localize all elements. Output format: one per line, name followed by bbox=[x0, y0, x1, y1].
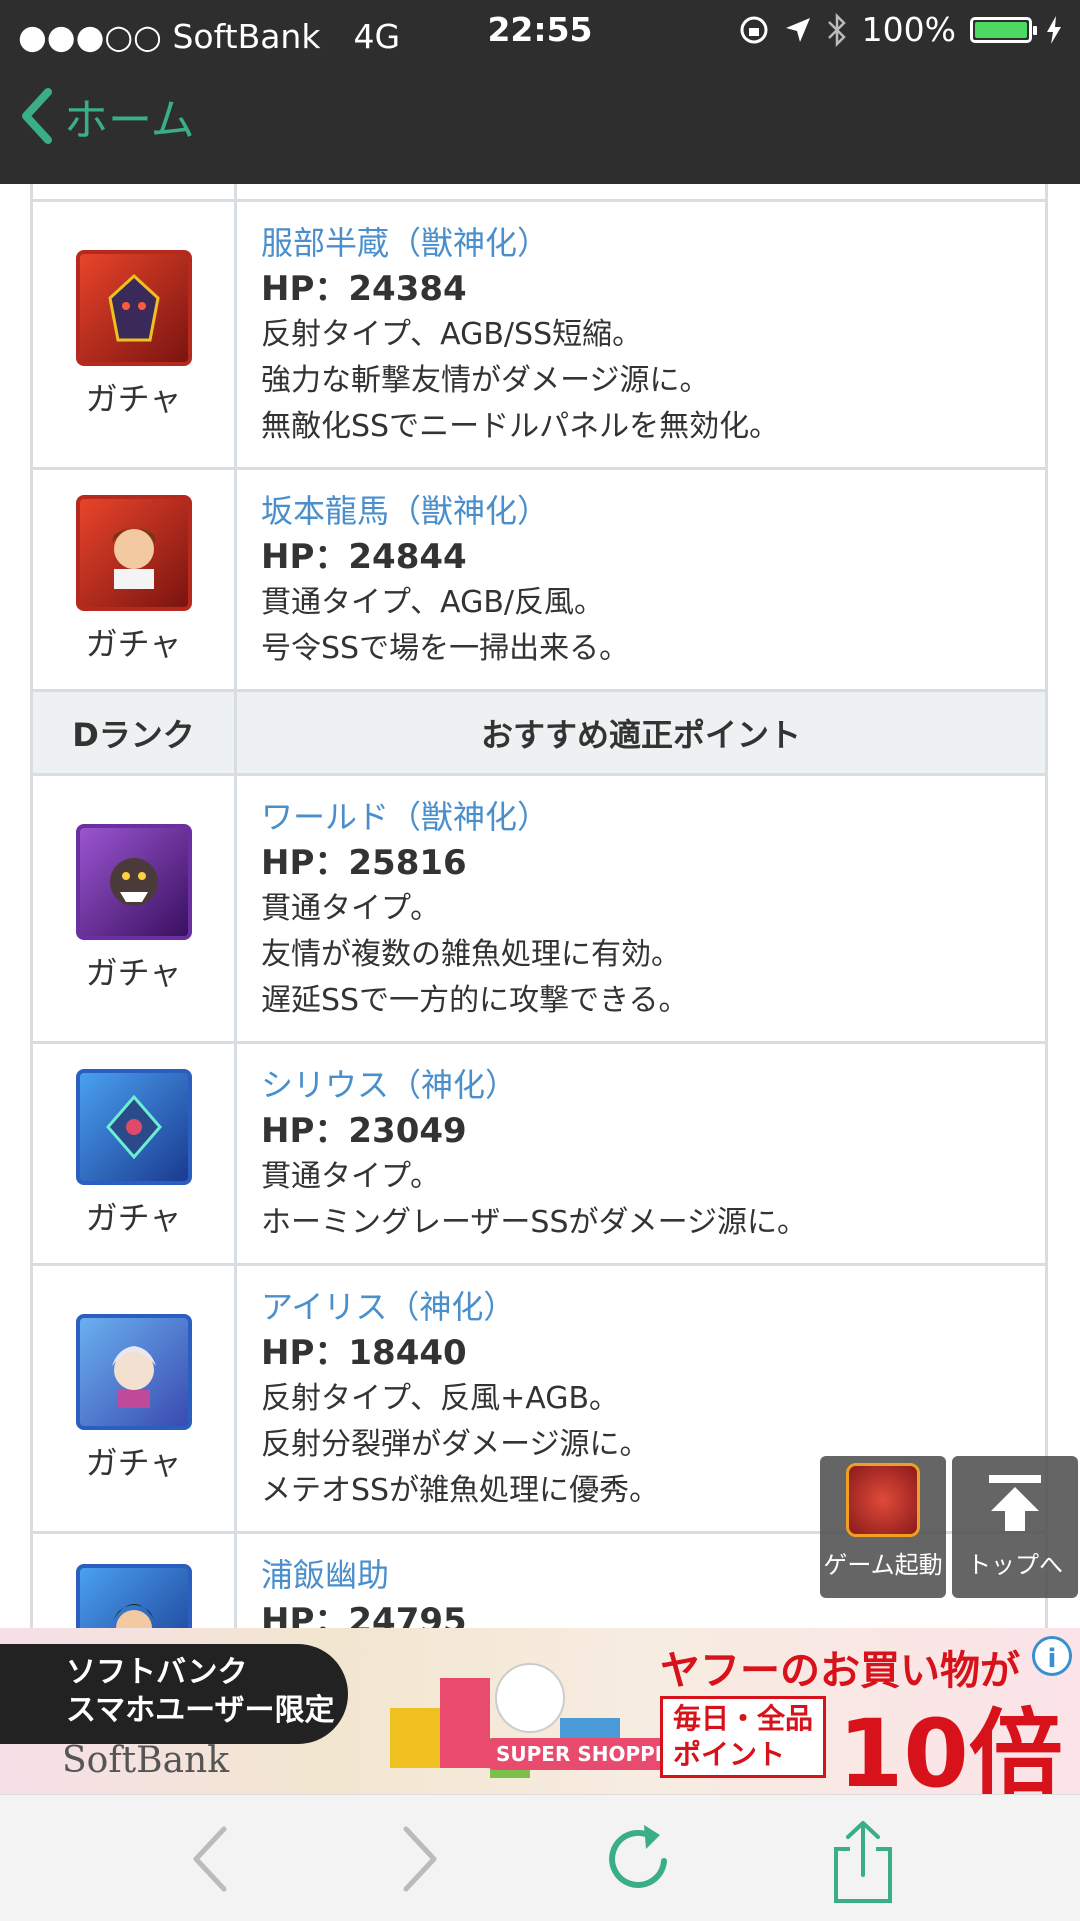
ad-banner[interactable]: ソフトバンク スマホユーザー限定 SoftBank SUPER SHOPPING… bbox=[0, 1628, 1080, 1794]
monster-icon[interactable] bbox=[75, 1564, 192, 1628]
forward-arrow-icon[interactable] bbox=[390, 1819, 450, 1899]
ad-info-icon[interactable]: i bbox=[1032, 1636, 1072, 1676]
ad-text-line1: ソフトバンク bbox=[66, 1655, 248, 1690]
nav-bar: ホーム bbox=[0, 62, 1080, 184]
monster-icon[interactable] bbox=[75, 1068, 192, 1185]
points-header: おすすめ適正ポイント bbox=[480, 715, 801, 754]
hp-value: HP：25816 bbox=[261, 843, 467, 883]
source-label: ガチャ bbox=[85, 624, 182, 663]
table-row: ガチャ 服部半蔵（獣神化） HP：24384 反射タイプ、AGB/SS短縮。 強… bbox=[30, 202, 1048, 470]
ranking-table: ガチャ 服部半蔵（獣神化） HP：24384 反射タイプ、AGB/SS短縮。 強… bbox=[30, 184, 1048, 1628]
chevron-left-icon bbox=[22, 88, 52, 144]
status-right: 100% bbox=[738, 10, 1062, 49]
back-button[interactable]: ホーム bbox=[18, 84, 195, 148]
ad-text-line2: スマホユーザー限定 bbox=[66, 1693, 335, 1728]
game-launch-label: ゲーム起動 bbox=[823, 1551, 943, 1579]
monster-name-link[interactable]: ワールド（獣神化） bbox=[261, 794, 1021, 840]
game-launch-icon bbox=[846, 1463, 920, 1537]
desc-line: 無敵化SSでニードルパネルを無効化。 bbox=[261, 409, 780, 444]
top-bar: ●●●○○ SoftBank 4G 22:55 100% ホーム bbox=[0, 0, 1080, 184]
monster-icon[interactable] bbox=[75, 249, 192, 366]
table-row-partial bbox=[30, 184, 1048, 202]
monster-name-link[interactable]: アイリス（神化） bbox=[261, 1284, 1021, 1330]
hp-value: HP：23049 bbox=[261, 1111, 467, 1151]
monster-name-link[interactable]: シリウス（神化） bbox=[261, 1062, 1021, 1108]
back-arrow-icon[interactable] bbox=[180, 1819, 240, 1899]
hp-value: HP：24384 bbox=[261, 269, 467, 309]
source-label: ガチャ bbox=[85, 379, 182, 418]
table-row: ガチャ 坂本龍馬（獣神化） HP：24844 貫通タイプ、AGB/反風。 号令S… bbox=[30, 470, 1048, 692]
ad-brand: SoftBank bbox=[62, 1740, 230, 1781]
source-label: ガチャ bbox=[85, 1198, 182, 1237]
desc-line: 反射タイプ、AGB/SS短縮。 bbox=[261, 317, 643, 352]
rank-header-row: Dランク おすすめ適正ポイント bbox=[30, 692, 1048, 776]
status-bar: ●●●○○ SoftBank 4G 22:55 100% bbox=[0, 0, 1080, 62]
location-icon bbox=[785, 17, 810, 42]
table-row: ガチャ シリウス（神化） HP：23049 貫通タイプ。 ホーミングレーザーSS… bbox=[30, 1044, 1048, 1266]
monster-icon[interactable] bbox=[75, 494, 192, 611]
desc-line: 強力な斬撃友情がダメージ源に。 bbox=[261, 363, 710, 398]
rank-header: Dランク bbox=[33, 692, 237, 773]
desc-line: 遅延SSで一方的に攻撃できる。 bbox=[261, 983, 689, 1018]
page-content[interactable]: ガチャ 服部半蔵（獣神化） HP：24384 反射タイプ、AGB/SS短縮。 強… bbox=[0, 184, 1080, 1628]
to-top-label: トップへ bbox=[967, 1551, 1063, 1579]
source-label: ガチャ bbox=[85, 1443, 182, 1482]
ad-tag: 毎日・全品 ポイント bbox=[660, 1696, 827, 1778]
monster-icon[interactable] bbox=[75, 823, 192, 940]
back-label: ホーム bbox=[64, 95, 195, 146]
reload-icon[interactable] bbox=[600, 1819, 680, 1899]
monster-icon[interactable] bbox=[75, 1313, 192, 1430]
table-row: ガチャ ワールド（獣神化） HP：25816 貫通タイプ。 友情が複数の雑魚処理… bbox=[30, 776, 1048, 1044]
desc-line: 号令SSで場を一掃出来る。 bbox=[261, 631, 630, 666]
browser-toolbar bbox=[0, 1794, 1080, 1921]
monster-name-link[interactable]: 服部半蔵（獣神化） bbox=[261, 220, 1021, 266]
bluetooth-icon bbox=[827, 12, 846, 47]
desc-line: 反射タイプ、反風+AGB。 bbox=[261, 1381, 620, 1416]
hp-value: HP：24844 bbox=[261, 537, 467, 577]
battery-icon bbox=[970, 16, 1037, 43]
share-icon[interactable] bbox=[828, 1819, 898, 1905]
desc-line: 友情が複数の雑魚処理に有効。 bbox=[261, 937, 681, 972]
ad-tag-line2: ポイント bbox=[673, 1738, 786, 1771]
game-launch-button[interactable]: ゲーム起動 bbox=[820, 1456, 946, 1598]
hp-value: HP：24795 bbox=[261, 1601, 467, 1628]
ad-multiplier: 10倍 bbox=[838, 1700, 1063, 1794]
rotation-lock-icon bbox=[740, 16, 768, 43]
battery-percent: 100% bbox=[861, 10, 956, 49]
desc-line: 貫通タイプ。 bbox=[261, 1159, 441, 1194]
hp-value: HP：18440 bbox=[261, 1333, 467, 1373]
desc-line: 貫通タイプ、AGB/反風。 bbox=[261, 585, 605, 620]
source-label: ガチャ bbox=[85, 953, 182, 992]
arrow-up-icon bbox=[989, 1475, 1041, 1531]
to-top-button[interactable]: トップへ bbox=[952, 1456, 1078, 1598]
ad-left-pill: ソフトバンク スマホユーザー限定 bbox=[0, 1644, 348, 1744]
ad-tag-line1: 毎日・全品 bbox=[673, 1702, 814, 1735]
desc-line: ホーミングレーザーSSがダメージ源に。 bbox=[261, 1205, 807, 1240]
monster-name-link[interactable]: 坂本龍馬（獣神化） bbox=[261, 488, 1021, 534]
desc-line: 貫通タイプ。 bbox=[261, 891, 441, 926]
charging-icon bbox=[1047, 15, 1061, 44]
